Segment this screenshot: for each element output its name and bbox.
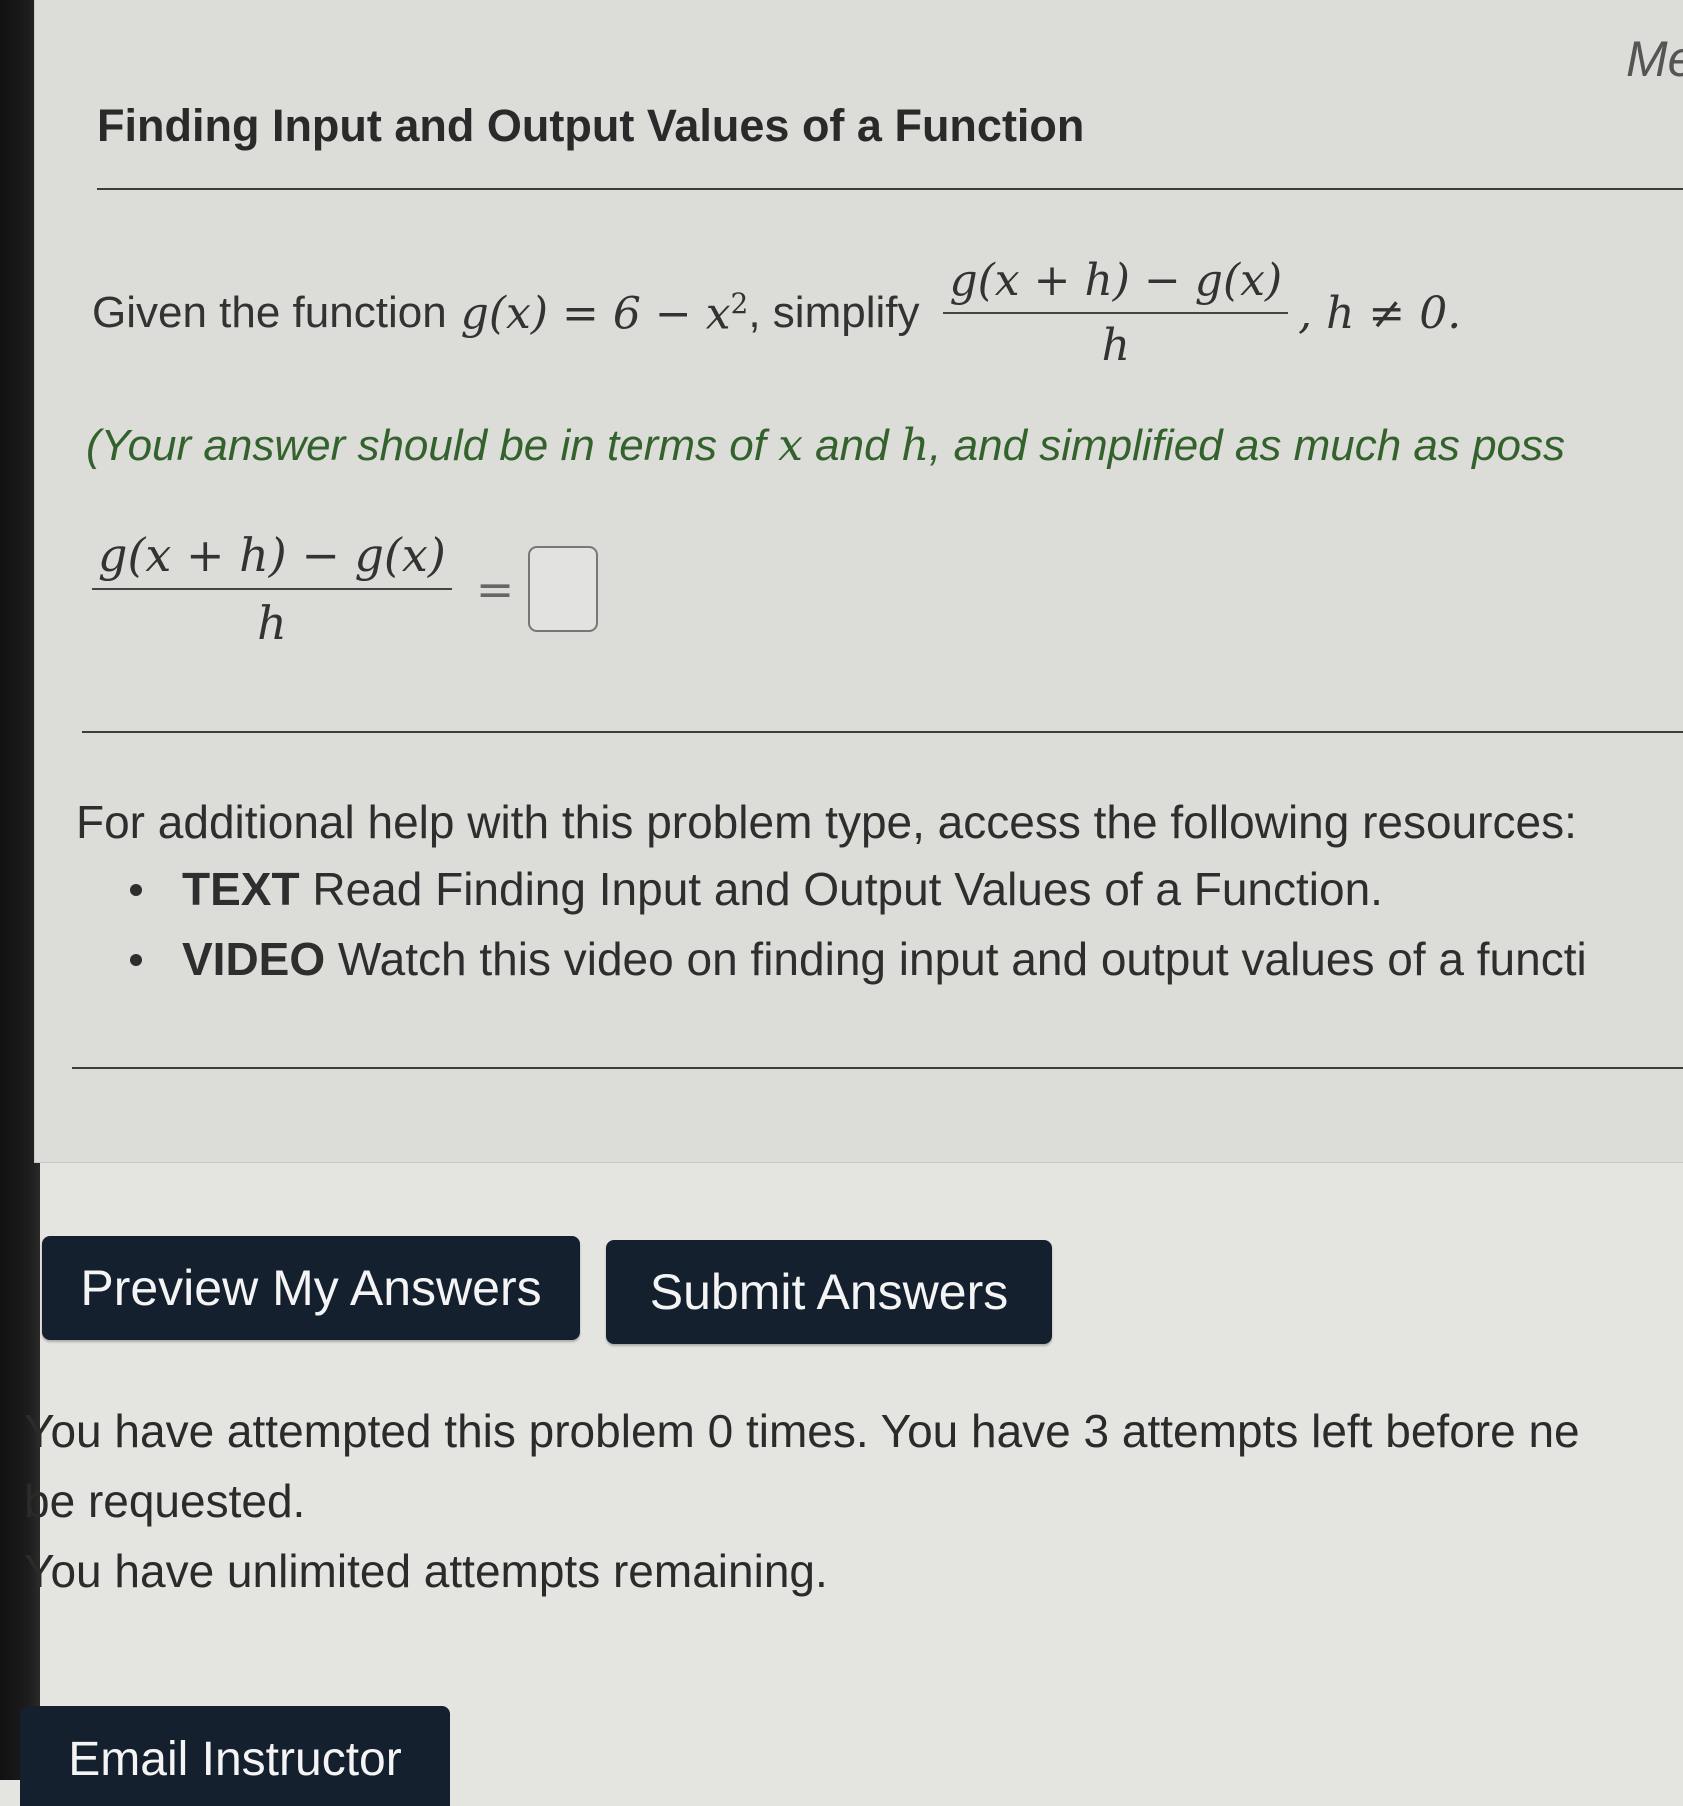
- question-mid: , simplify: [748, 288, 920, 337]
- hint-var-h: h: [900, 420, 930, 471]
- corner-menu-text[interactable]: Me: [1626, 30, 1683, 88]
- resource-text-link[interactable]: TEXT Read Finding Input and Output Value…: [182, 863, 1383, 915]
- hint-var-x: x: [778, 420, 803, 471]
- resource-text-label: Read Finding Input and Output Values of …: [299, 863, 1383, 915]
- email-instructor-button[interactable]: Email Instructor: [20, 1706, 450, 1806]
- answer-input[interactable]: [528, 546, 599, 632]
- function-lhs: g(x): [460, 287, 548, 339]
- question-suffix: , h ≠ 0.: [1298, 287, 1462, 339]
- answer-row: g(x + h) − g(x) h =: [92, 528, 599, 650]
- answer-hint: (Your answer should be in terms of x and…: [86, 420, 1565, 471]
- resource-video-link[interactable]: VIDEO Watch this video on finding input …: [182, 933, 1587, 985]
- submit-answers-button[interactable]: Submit Answers: [606, 1240, 1052, 1344]
- resource-type-video: VIDEO: [182, 933, 326, 985]
- help-divider: [72, 1067, 1683, 1069]
- resource-video-label: Watch this video on finding input and ou…: [325, 933, 1587, 985]
- answer-lhs-denominator: h: [257, 596, 287, 650]
- function-equals: =: [561, 287, 599, 339]
- answer-lhs-numerator: g(x + h) − g(x): [98, 528, 446, 582]
- question-prefix: Given the function: [92, 288, 447, 337]
- attempts-line-3: You have unlimited attempts remaining.: [24, 1545, 828, 1597]
- function-rhs-base: 6 − x: [612, 288, 731, 340]
- function-rhs-exponent: 2: [730, 286, 749, 320]
- attempts-line-1: You have attempted this problem 0 times.…: [24, 1405, 1580, 1457]
- attempts-line-2: be requested.: [24, 1475, 306, 1527]
- attempts-info: You have attempted this problem 0 times.…: [24, 1396, 1683, 1606]
- difference-quotient-numerator: g(x + h) − g(x): [949, 255, 1283, 306]
- hint-text-2: and: [802, 421, 901, 470]
- difference-quotient: g(x + h) − g(x) h: [943, 255, 1289, 371]
- preview-answers-button[interactable]: Preview My Answers: [42, 1236, 580, 1340]
- answer-equals: =: [475, 562, 515, 616]
- title-divider: [97, 188, 1683, 190]
- difference-quotient-denominator: h: [1101, 320, 1130, 371]
- hint-text-3: , and simplified as much as poss: [929, 421, 1566, 470]
- answer-divider: [82, 731, 1683, 733]
- help-intro: For additional help with this problem ty…: [76, 796, 1577, 848]
- hint-text-1: (Your answer should be in terms of: [86, 421, 779, 470]
- resource-text[interactable]: TEXT Read Finding Input and Output Value…: [130, 862, 1587, 932]
- bullet-icon: [130, 884, 142, 896]
- function-rhs: 6 − x2: [613, 287, 748, 340]
- problem-title: Finding Input and Output Values of a Fun…: [97, 100, 1085, 151]
- resource-list: TEXT Read Finding Input and Output Value…: [130, 862, 1587, 1002]
- resource-video[interactable]: VIDEO Watch this video on finding input …: [130, 932, 1587, 1002]
- resource-type-text: TEXT: [182, 863, 300, 915]
- question-text: Given the function g(x) = 6 − x2 , simpl…: [92, 255, 1462, 371]
- bullet-icon: [130, 954, 142, 966]
- answer-lhs-fraction: g(x + h) − g(x) h: [92, 528, 452, 650]
